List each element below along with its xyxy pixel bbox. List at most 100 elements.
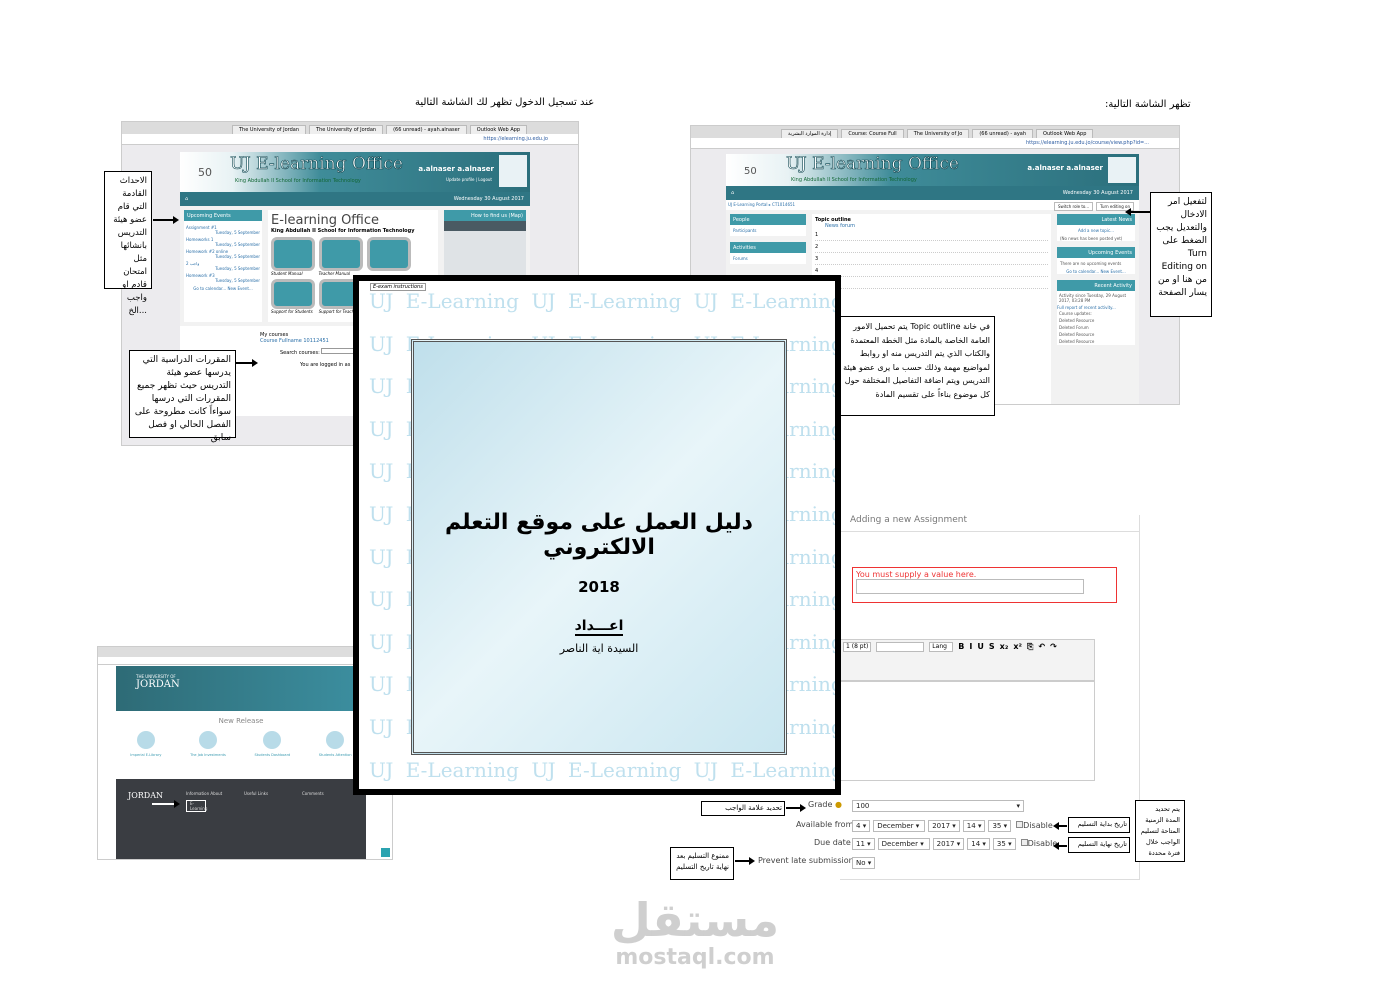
date-select-1[interactable]: December ▾ [877,838,930,850]
toolbar-button[interactable]: I [969,642,972,652]
toolbar-button[interactable]: ⎘ [1027,642,1033,652]
date-select-3[interactable]: 14 ▾ [967,838,990,850]
browser-tab[interactable]: Outlook Web App [1036,129,1094,138]
cover-page: UJ E-Learning UJ E-Learning UJ E-Learnin… [353,275,841,795]
footer-col-title: Comments [302,791,324,796]
user-name[interactable]: a.alnaser a.alnaser [1027,164,1103,172]
recent-since: Activity since Tuesday, 29 August 2017, … [1059,293,1127,303]
recent-item: Deleted Forum [1059,325,1089,330]
toolbar-button[interactable] [876,642,925,652]
avatar [499,155,527,187]
calendar-link[interactable]: Go to calendar... New Event... [1057,269,1135,274]
prevent-late-label: Prevent late submissions [758,856,858,865]
browser-tab[interactable]: The University of Jo [906,129,970,138]
footer-col-title: Information About [186,791,223,796]
date-select-3[interactable]: 14 ▾ [962,820,986,832]
forums-link[interactable]: Forums [730,253,806,264]
icon-label: Students Dashboard [254,753,291,757]
switch-role-select[interactable]: Switch role to... [1054,202,1094,211]
uj-footer: JORDAN Information About Useful Links Co… [116,779,366,859]
toolbar-button[interactable]: x₂ [1000,642,1009,652]
browser-tab[interactable]: (66 unread) - ayah.alnaser [386,125,467,134]
latest-news-block: Latest News Add a new topic... (No news ha… [1057,214,1135,241]
mostaql-watermark: مستقل mostaql.com [610,895,780,970]
editor-toolbar: 1 (8 pt) Lang B I U Sx₂ x² ⎘ ↶ ↷ [840,639,1095,681]
date-select-0[interactable]: 4 ▾ [852,820,871,832]
scroll-top-button[interactable] [381,848,390,857]
date-select-2[interactable]: 2017 ▾ [928,820,960,832]
exam-tile[interactable] [367,237,411,271]
new-release-title: New Release [218,717,264,725]
due-date-label: Due date [814,838,851,847]
date-select-2[interactable]: 2017 ▾ [932,838,965,850]
browser-tab[interactable]: The University of Jordan [232,125,307,134]
arrow-icon [1125,208,1150,216]
icon-image [326,731,345,749]
callout-grade: تحديد علامة الواجب [701,801,785,816]
browser-tab[interactable]: Outlook Web App [469,125,528,134]
prepared-by: اعـــداد [574,618,624,636]
form-heading: Adding a new Assignment [850,515,968,525]
icon-label: Imperial E-Library [130,753,162,757]
elearning-link[interactable]: E-Learning [186,800,207,812]
disable-checkbox[interactable] [1020,839,1028,846]
event-date: Tuesday, 5 September [215,242,260,247]
address-bar[interactable]: https://elearning.ju.edu.jo [122,134,578,145]
toolbar-row-1: 1 (8 pt) Lang B I U Sx₂ x² ⎘ ↶ ↷ [843,642,1092,652]
browser-tab[interactable]: Course: Course Full [841,129,904,138]
home-icon[interactable]: ⌂ [731,186,734,200]
toolbar-button[interactable]: 1 (8 pt) [843,642,872,652]
uj-icon-link[interactable]: Students Dashboard [254,731,290,757]
callout-editing: لتفعيل امر الادخال والتعديل يجب الضغط عل… [1150,192,1212,317]
uj-icon-link[interactable]: Imperial E-Library [130,731,161,757]
student-manual-tile[interactable] [271,237,315,271]
uj-icon-link[interactable]: Students Attention [319,731,352,757]
date-select-0[interactable]: 11 ▾ [852,838,875,850]
toolbar-button[interactable]: S [989,642,995,652]
toolbar-button[interactable]: Lang [929,642,954,652]
date-select-4[interactable]: 35 ▾ [992,838,1016,850]
arrow-icon [735,857,755,865]
icon-label: The Job Investments [190,753,226,757]
callout-events: الاحداث القادمة التي قام عضو هيئة التدري… [104,171,152,316]
breadcrumb[interactable]: UJ E-Learning Portal ▸ CT1014651 [728,202,795,208]
support-students-tile[interactable] [271,279,315,309]
add-topic-link[interactable]: Add a new topic... [1057,225,1135,236]
date-select-4[interactable]: 35 ▾ [988,820,1012,832]
toolbar-button[interactable]: B [958,642,964,652]
date-value: 11 [856,840,865,848]
home-icon[interactable]: ⌂ [185,192,188,206]
date-select-1[interactable]: December ▾ [873,820,926,832]
user-links[interactable]: Update profile | Logout [446,177,492,182]
browser-tab[interactable]: إدارة الموارد البشرية [781,129,839,138]
user-name[interactable]: a.alnaser a.alnaser [418,165,494,173]
toolbar-button[interactable]: U [977,642,984,652]
block-title: Activities [730,242,806,253]
caption-login: عند تسجيل الدخول تظهر لك الشاشة التالية [415,97,595,108]
toolbar-button[interactable]: x² [1013,642,1022,652]
date-value: 35 [996,840,1006,848]
block-title: Recent Activity [1057,280,1135,291]
uj-icon-link[interactable]: The Job Investments [190,731,226,757]
participants-link[interactable]: Participants [730,225,806,236]
prevent-late-select[interactable]: No ▾ [852,857,876,869]
icon-image [136,731,155,749]
toolbar-button[interactable]: ↷ [1050,642,1057,652]
tile-label: Teacher Manual [318,271,351,276]
callout-topic-outline: في خانة Topic outline يتم تحميل الامور ا… [838,316,995,416]
grade-select[interactable]: 100 ▾ [852,800,1024,812]
browser-tab[interactable]: The University of Jordan [309,125,384,134]
browser-tab[interactable]: (66 unread) - ayah [972,129,1034,138]
toolbar-button[interactable]: ↶ [1038,642,1045,652]
assignment-name-input[interactable] [856,579,1084,594]
map[interactable] [444,221,526,281]
logo-50: 50 [744,166,757,177]
editor-area[interactable] [840,681,1095,781]
arrow-icon [786,804,806,812]
events-links[interactable]: Go to calendar... New Event... [186,286,260,291]
date-value: 2017 [932,822,951,830]
help-icon[interactable]: ● [835,800,842,809]
address-bar[interactable]: https://elearning.ju.edu.jo/course/view.… [691,138,1179,149]
late-value: No [856,859,866,867]
teacher-manual-tile[interactable] [319,237,363,271]
